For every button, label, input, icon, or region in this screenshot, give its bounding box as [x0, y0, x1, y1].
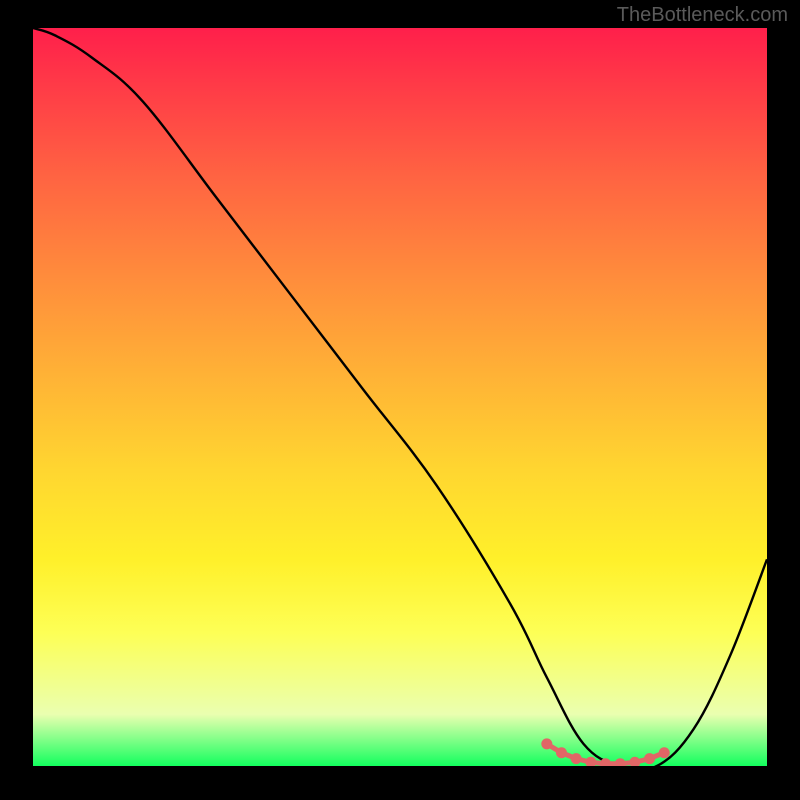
optimal-zone-marker — [629, 757, 640, 766]
optimal-zone-marker — [659, 747, 670, 758]
optimal-zone-marker — [644, 753, 655, 764]
chart-svg — [33, 28, 767, 766]
watermark-text: TheBottleneck.com — [617, 4, 788, 27]
optimal-zone-markers — [541, 738, 669, 766]
chart-plot-area — [33, 28, 767, 766]
optimal-zone-marker — [585, 757, 596, 766]
optimal-zone-marker — [541, 738, 552, 749]
optimal-zone-marker — [556, 747, 567, 758]
optimal-zone-marker — [571, 753, 582, 764]
optimal-zone-marker — [615, 758, 626, 766]
bottleneck-curve-path — [33, 28, 767, 766]
